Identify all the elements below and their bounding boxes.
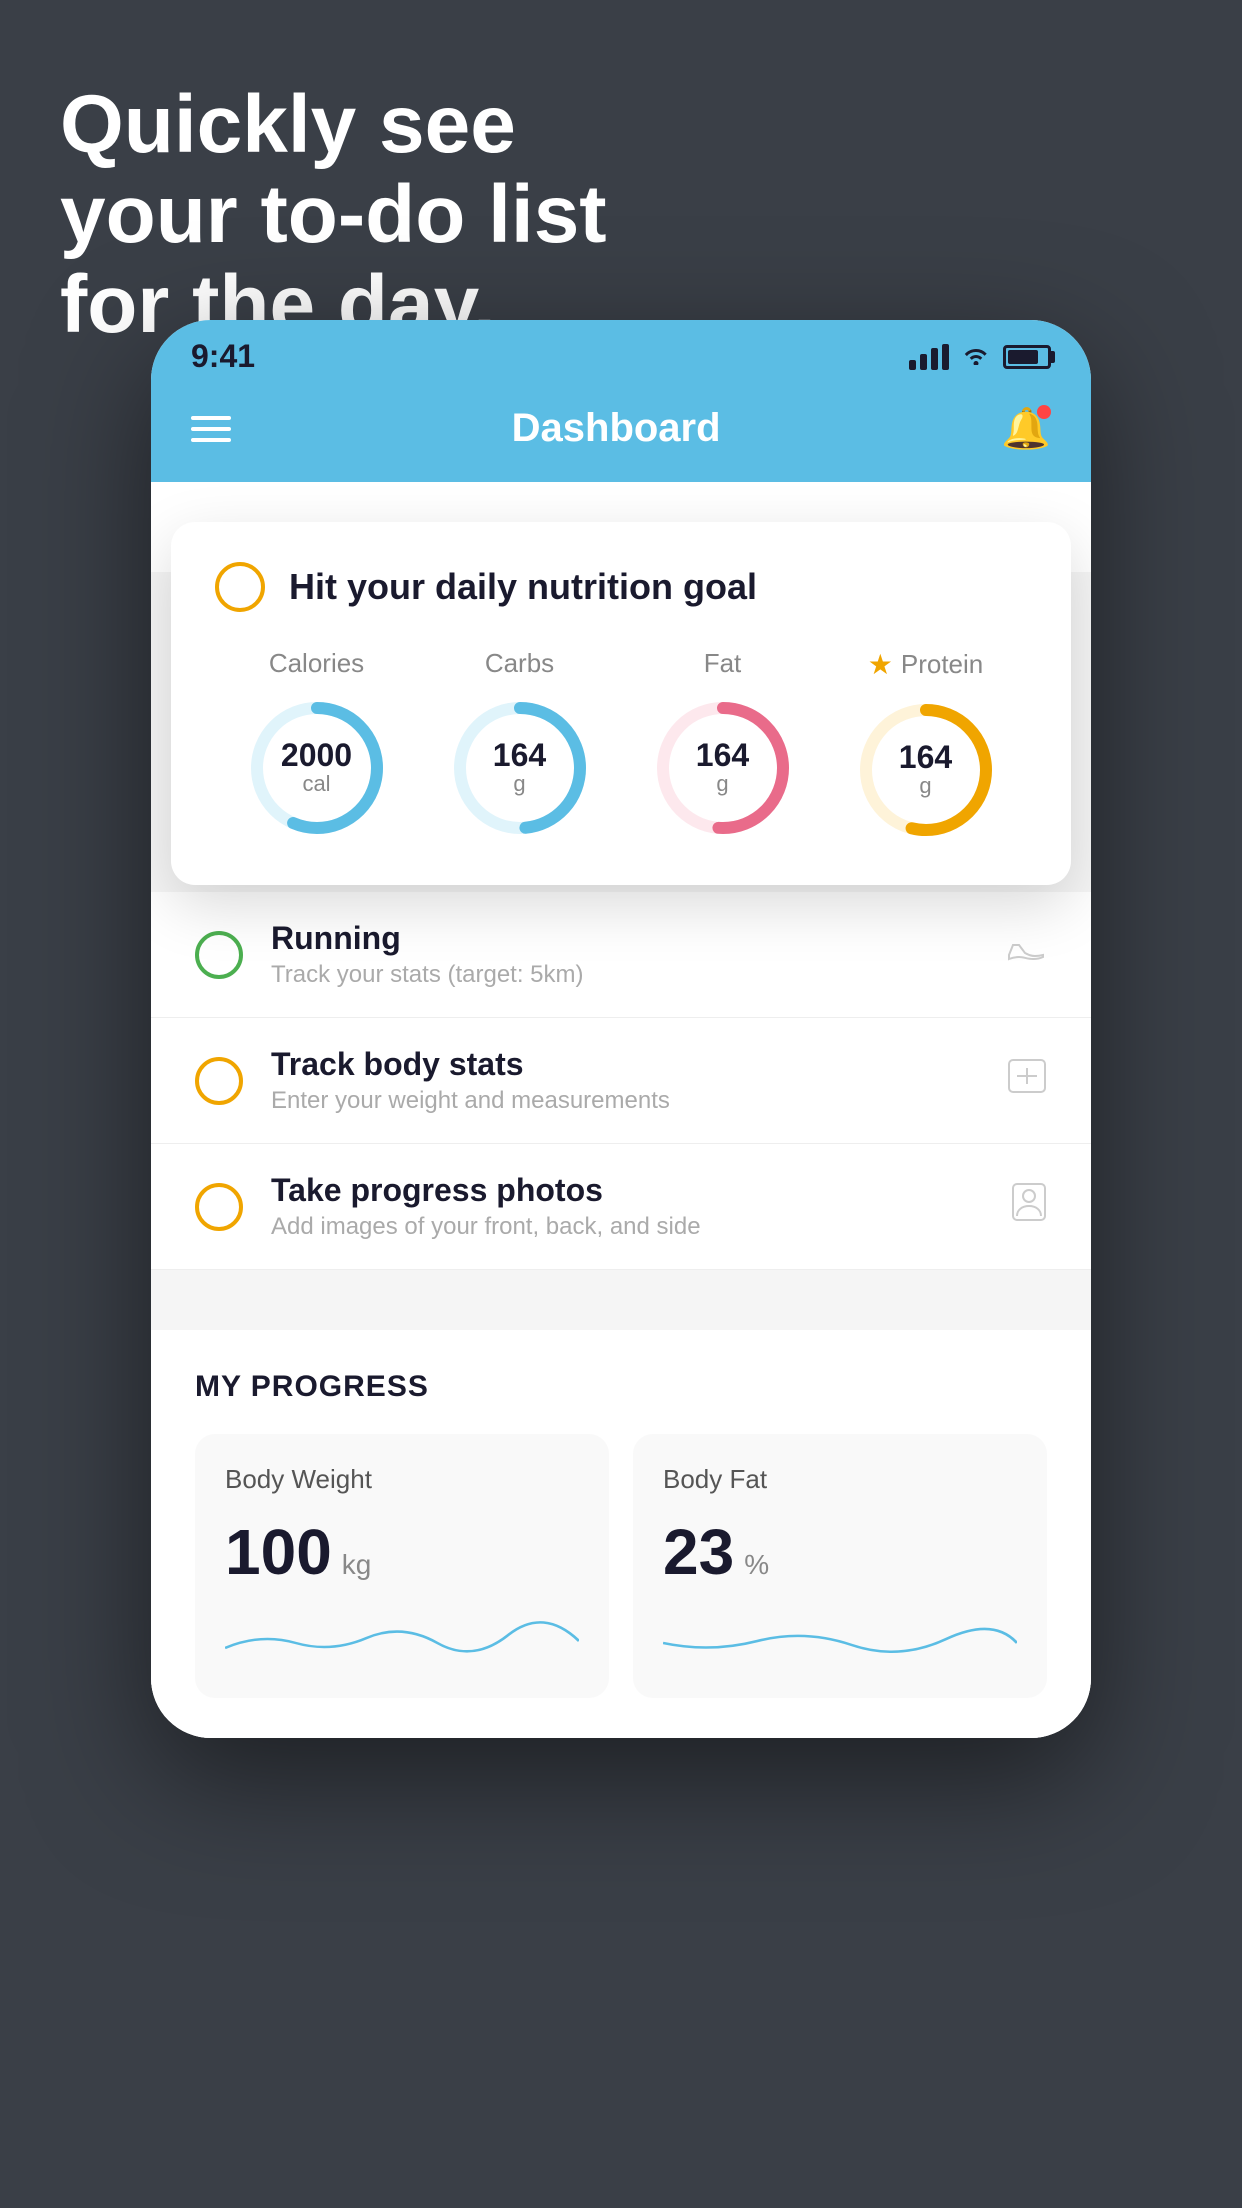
status-icons <box>909 341 1051 372</box>
running-shoe-icon <box>1007 934 1047 976</box>
header-title: Dashboard <box>512 406 721 451</box>
headline: Quickly see your to-do list for the day. <box>60 80 607 351</box>
progress-section-title: MY PROGRESS <box>195 1370 1047 1404</box>
nutrition-row: Calories 2000 cal Carbs <box>215 648 1027 845</box>
photos-subtitle: Add images of your front, back, and side <box>271 1213 983 1241</box>
fat-circle: 164 g <box>648 693 798 843</box>
nutrition-item-calories: Calories 2000 cal <box>242 648 392 843</box>
photos-checkbox[interactable] <box>195 1183 243 1231</box>
photos-content: Take progress photos Add images of your … <box>271 1172 983 1241</box>
body-fat-number: 23 <box>663 1515 734 1589</box>
notification-dot <box>1037 405 1051 419</box>
body-weight-unit: kg <box>342 1549 372 1581</box>
protein-value: 164 g <box>899 741 952 799</box>
running-content: Running Track your stats (target: 5km) <box>271 920 979 989</box>
photos-title: Take progress photos <box>271 1172 983 1209</box>
progress-cards: Body Weight 100 kg Body Fat 23 % <box>195 1434 1047 1698</box>
body-weight-chart <box>225 1613 579 1663</box>
nutrition-card: Hit your daily nutrition goal Calories 2… <box>171 522 1071 885</box>
nutrition-item-carbs: Carbs 164 g <box>445 648 595 843</box>
spacer <box>151 1270 1091 1330</box>
nutrition-checkbox[interactable] <box>215 562 265 612</box>
star-icon: ★ <box>868 648 893 681</box>
fat-value: 164 g <box>696 739 749 797</box>
body-fat-card[interactable]: Body Fat 23 % <box>633 1434 1047 1698</box>
body-weight-number: 100 <box>225 1515 332 1589</box>
protein-label: ★ Protein <box>868 648 984 681</box>
card-title-row: Hit your daily nutrition goal <box>215 562 1027 612</box>
body-fat-chart <box>663 1613 1017 1663</box>
app-content: THINGS TO DO TODAY Hit your daily nutrit… <box>151 482 1091 1738</box>
person-icon <box>1011 1182 1047 1231</box>
carbs-circle: 164 g <box>445 693 595 843</box>
running-checkbox[interactable] <box>195 931 243 979</box>
todo-item-running[interactable]: Running Track your stats (target: 5km) <box>151 892 1091 1018</box>
body-weight-card[interactable]: Body Weight 100 kg <box>195 1434 609 1698</box>
wifi-icon <box>961 341 991 372</box>
protein-circle: 164 g <box>851 695 1001 845</box>
running-subtitle: Track your stats (target: 5km) <box>271 961 979 989</box>
scale-icon <box>1007 1058 1047 1103</box>
calories-value: 2000 cal <box>281 739 352 797</box>
notification-bell-icon[interactable]: 🔔 <box>1001 405 1051 452</box>
body-weight-value-row: 100 kg <box>225 1515 579 1589</box>
body-fat-unit: % <box>744 1549 769 1581</box>
todo-item-photos[interactable]: Take progress photos Add images of your … <box>151 1144 1091 1270</box>
calories-circle: 2000 cal <box>242 693 392 843</box>
fat-label: Fat <box>704 648 742 679</box>
body-fat-card-title: Body Fat <box>663 1464 1017 1495</box>
nutrition-item-fat: Fat 164 g <box>648 648 798 843</box>
todo-item-track-body[interactable]: Track body stats Enter your weight and m… <box>151 1018 1091 1144</box>
todo-list: Running Track your stats (target: 5km) T… <box>151 892 1091 1270</box>
menu-button[interactable] <box>191 416 231 442</box>
running-title: Running <box>271 920 979 957</box>
body-fat-value-row: 23 % <box>663 1515 1017 1589</box>
track-body-subtitle: Enter your weight and measurements <box>271 1087 979 1115</box>
phone-frame: 9:41 <box>151 320 1091 1738</box>
status-time: 9:41 <box>191 338 255 375</box>
body-weight-card-title: Body Weight <box>225 1464 579 1495</box>
calories-label: Calories <box>269 648 364 679</box>
carbs-label: Carbs <box>485 648 554 679</box>
nutrition-item-protein: ★ Protein 164 g <box>851 648 1001 845</box>
battery-icon <box>1003 345 1051 369</box>
signal-icon <box>909 344 949 370</box>
progress-section: MY PROGRESS Body Weight 100 kg Body Fat <box>151 1330 1091 1738</box>
app-header: Dashboard 🔔 <box>151 385 1091 482</box>
track-body-title: Track body stats <box>271 1046 979 1083</box>
track-body-checkbox[interactable] <box>195 1057 243 1105</box>
status-bar: 9:41 <box>151 320 1091 385</box>
nutrition-card-title: Hit your daily nutrition goal <box>289 566 757 608</box>
carbs-value: 164 g <box>493 739 546 797</box>
track-body-content: Track body stats Enter your weight and m… <box>271 1046 979 1115</box>
